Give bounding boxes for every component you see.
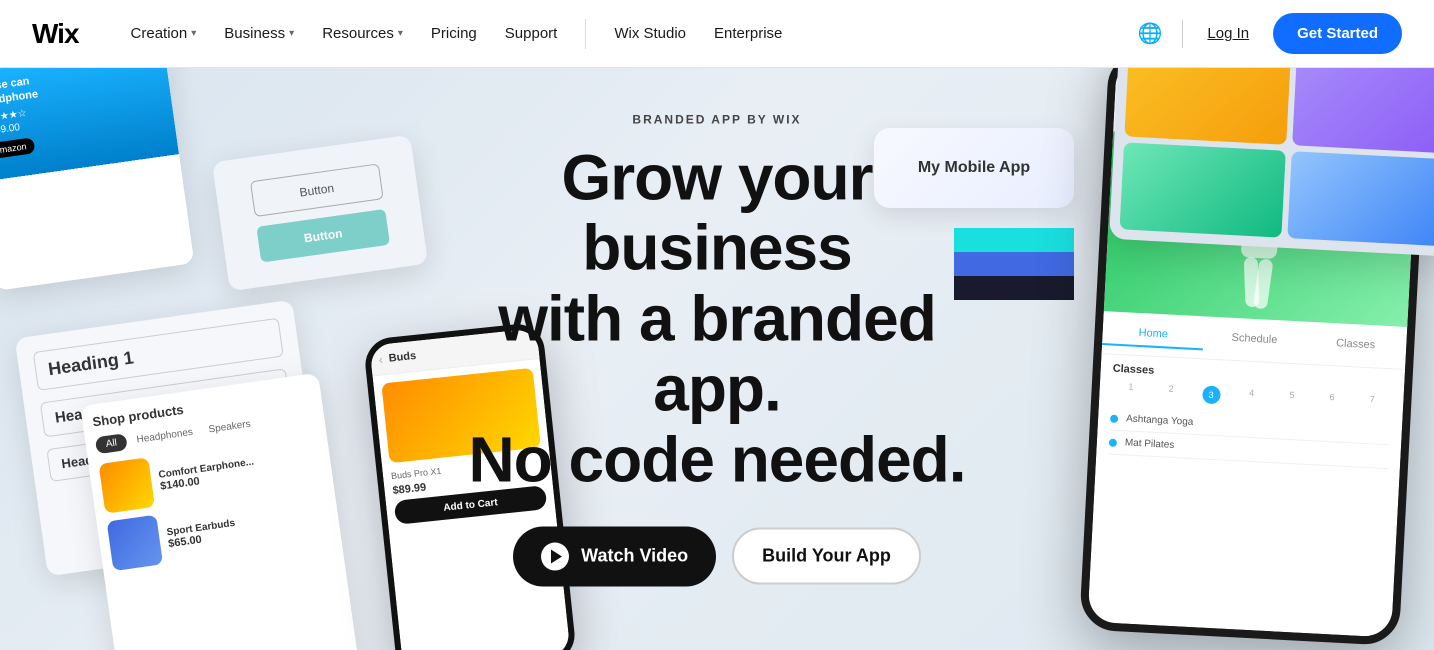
nav-item-enterprise[interactable]: Enterprise (702, 17, 794, 50)
logo-text: Wix (32, 18, 79, 50)
heading-2-mockup: Heading 2 (40, 368, 290, 437)
tablet-mockup (1109, 68, 1434, 257)
product-1-price: $140.00 (159, 467, 256, 492)
chevron-down-icon: ▾ (398, 28, 403, 39)
heading-3-mockup: Heading 3 (46, 415, 296, 482)
nav-links: Creation ▾ Business ▾ Resources ▾ Pricin… (119, 17, 1134, 50)
shop-product-1: Comfort Earphone... $140.00 (99, 434, 324, 514)
play-icon (541, 542, 569, 570)
nav-actions: 🌐 Log In Get Started (1134, 13, 1402, 54)
nav-item-resources[interactable]: Resources ▾ (310, 17, 415, 50)
phone-schedule-content: Classes 1 2 3 4 5 6 7 Ashtanga Yoga (1096, 354, 1405, 478)
tablet-photo-2 (1292, 68, 1434, 154)
watch-video-button[interactable]: Watch Video (513, 526, 716, 586)
wix-logo[interactable]: Wix (32, 18, 79, 50)
headings-mockup: Heading 1 Heading 2 Heading 3 (15, 300, 326, 577)
quest-fit-phone-screen: Quest Fit Home Schedule (1087, 68, 1420, 638)
product-2-price: $65.00 (167, 528, 237, 549)
phone-tab-home: Home (1102, 319, 1205, 350)
login-button[interactable]: Log In (1199, 17, 1257, 50)
nav-item-support[interactable]: Support (493, 17, 570, 50)
heading-1-mockup: Heading 1 (33, 318, 284, 391)
product-1-name: Comfort Earphone... (158, 456, 255, 480)
app-name: Quest Fit (1130, 107, 1402, 137)
phone-app-header: Quest Fit (1113, 68, 1420, 147)
button-ui-mockup: Button Button (212, 135, 428, 292)
hero-content: BRANDED APP BY WIX Grow your business wi… (427, 113, 1007, 587)
hero-eyebrow: BRANDED APP BY WIX (427, 113, 1007, 127)
navbar: Wix Creation ▾ Business ▾ Resources ▾ Pr… (0, 0, 1434, 68)
tablet-photo-1 (1124, 68, 1290, 145)
nav-item-wix-studio[interactable]: Wix Studio (602, 17, 698, 50)
get-started-button[interactable]: Get Started (1273, 13, 1402, 54)
app-logo-icon (1131, 71, 1165, 105)
shop-title: Shop products (92, 384, 312, 429)
nav-divider-vertical (1182, 20, 1183, 48)
shop-tab-speakers: Speakers (202, 415, 258, 439)
schedule-item-2: Mat Pilates (1108, 431, 1389, 470)
shop-product-2: Sport Earbuds $65.00 (107, 491, 332, 571)
phone-tab-schedule: Schedule (1203, 324, 1306, 355)
hero-section: Noise canheadphone ★★★★☆ $149.00 amazon … (0, 68, 1434, 650)
hero-headline: Grow your business with a branded app. N… (427, 143, 1007, 495)
fitness-figure-icon (1196, 141, 1325, 317)
nav-item-creation[interactable]: Creation ▾ (119, 17, 209, 50)
build-your-app-button[interactable]: Build Your App (732, 528, 921, 585)
nav-item-pricing[interactable]: Pricing (419, 17, 489, 50)
language-selector-button[interactable]: 🌐 (1134, 17, 1167, 50)
phone-tab-classes: Classes (1304, 330, 1407, 361)
nav-item-business[interactable]: Business ▾ (212, 17, 306, 50)
shop-tab-all: All (95, 433, 128, 454)
phone-hero-image (1104, 131, 1417, 327)
play-triangle-icon (551, 549, 562, 563)
phone-nav-tabs: Home Schedule Classes (1101, 311, 1407, 370)
button-mockup-outline: Button (250, 163, 384, 217)
schedule-item-1: Ashtanga Yoga (1109, 407, 1390, 446)
chevron-down-icon: ▾ (191, 28, 196, 39)
shop-tabs: All Headphones Speakers (95, 407, 315, 454)
tablet-photo-4 (1287, 151, 1434, 246)
chevron-down-icon: ▾ (289, 28, 294, 39)
tablet-photo-3 (1120, 142, 1286, 237)
nav-divider (585, 19, 586, 49)
hero-cta-group: Watch Video Build Your App (427, 526, 1007, 586)
product-2-name: Sport Earbuds (166, 517, 236, 537)
ecommerce-mockup: Noise canheadphone ★★★★☆ $149.00 amazon (0, 68, 194, 291)
button-mockup-teal: Button (256, 209, 390, 263)
shop-mockup: Shop products All Headphones Speakers Co… (80, 373, 359, 650)
shop-tab-headphones: Headphones (130, 423, 200, 449)
quest-fit-phone-mockup: Quest Fit Home Schedule (1079, 68, 1429, 646)
